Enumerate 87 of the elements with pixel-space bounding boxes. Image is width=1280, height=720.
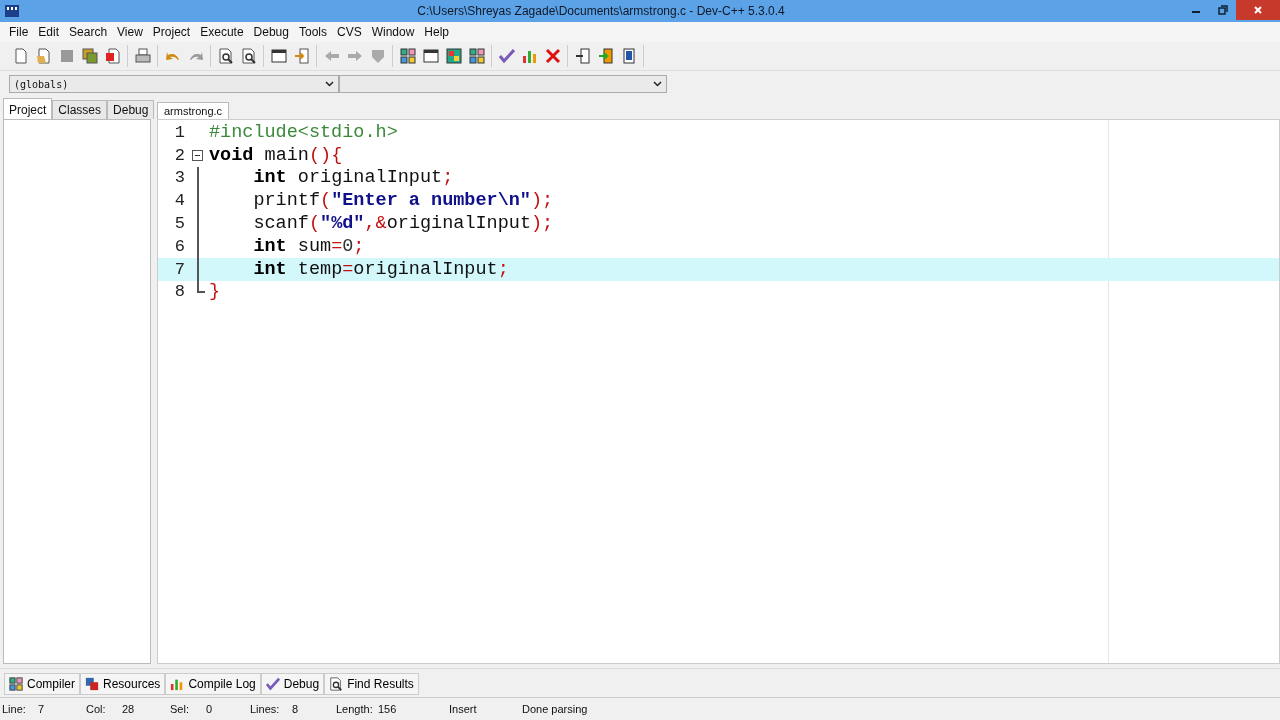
code-line: scanf("%d",&originalInput); — [252, 213, 554, 235]
magnifier-page-icon — [217, 48, 234, 64]
menu-item[interactable]: Project — [147, 25, 196, 39]
output-tab[interactable]: Compiler — [4, 673, 80, 695]
panel-tab[interactable]: Project — [3, 98, 53, 119]
status-value: 156 — [378, 703, 397, 715]
check-icon — [265, 677, 280, 691]
fold-minus-icon[interactable] — [192, 149, 203, 161]
squares-icon — [468, 48, 485, 64]
line-number: 4 — [173, 190, 186, 213]
line-number: 1 — [173, 121, 186, 144]
line-number: 8 — [173, 281, 186, 304]
menu-item[interactable]: CVS — [331, 25, 367, 39]
menu-item[interactable]: View — [112, 25, 148, 39]
fold-end-line — [196, 280, 205, 293]
arrow-right-icon — [346, 48, 363, 64]
code-line: } — [209, 281, 221, 303]
disks-icon — [81, 48, 98, 64]
status-message: Done parsing — [522, 703, 588, 715]
magnifier-page-icon — [240, 48, 257, 64]
code-editor[interactable]: 1 #include<stdio.h> 2 void main(){ 3 int originalInput; 4 printf("Enter a number\n"); 5 scanf("%d",&originalInput); 6 int sum=0; 7 int temp=originalInput; 8 } — [157, 119, 1280, 664]
status-label: Length: — [336, 703, 374, 715]
window-title: C:\Users\Shreyas Zagade\Documents\armstrong.c - Dev-C++ 5.3.0.4 — [416, 4, 786, 18]
check-icon — [498, 48, 515, 64]
menu-item[interactable]: Edit — [33, 25, 65, 39]
code-line: int sum=0; — [252, 235, 365, 257]
color-window-icon — [445, 48, 462, 64]
line-number: 6 — [173, 235, 186, 258]
chevron-down-icon — [653, 81, 662, 87]
door-arrow-icon — [597, 48, 614, 64]
output-tab[interactable]: Resources — [80, 673, 166, 695]
output-tab[interactable]: Find Results — [324, 673, 419, 695]
toolbar-button[interactable] — [397, 45, 418, 67]
door-icon — [574, 48, 591, 64]
file-tab[interactable]: armstrong.c — [157, 102, 230, 119]
output-tab[interactable]: Debug — [260, 673, 325, 695]
menu-item[interactable]: Window — [366, 25, 420, 39]
status-label: Line: — [2, 703, 27, 715]
line-number: 3 — [173, 167, 186, 190]
status-label: Col: — [86, 703, 107, 715]
close-button[interactable] — [1236, 0, 1280, 20]
squares-icon — [9, 677, 23, 691]
status-value: 0 — [206, 703, 213, 715]
close-icon — [1253, 5, 1263, 15]
code-line: printf("Enter a number\n"); — [252, 190, 554, 212]
code-line: #include<stdio.h> — [209, 121, 398, 143]
output-tab[interactable]: Compile Log — [165, 673, 261, 695]
scope-dropdown[interactable]: (globals) — [9, 75, 339, 93]
cross-icon — [544, 48, 561, 64]
status-label: Sel: — [170, 703, 190, 715]
panel-tab[interactable]: Debug — [107, 100, 155, 119]
status-mode: Insert — [449, 703, 478, 715]
panel-tab[interactable]: Classes — [52, 100, 108, 119]
page-cross-icon — [104, 48, 121, 64]
menu-item[interactable]: Tools — [293, 25, 332, 39]
window-icon — [270, 48, 287, 64]
menu-item[interactable]: Debug — [248, 25, 294, 39]
arrow-page-icon — [293, 48, 310, 64]
menu-item[interactable]: File — [4, 25, 34, 39]
toolbar-button[interactable] — [466, 45, 487, 67]
printer-icon — [134, 48, 151, 64]
arrow-left-icon — [323, 48, 340, 64]
status-value: 8 — [292, 703, 299, 715]
line-number: 5 — [173, 213, 186, 235]
app-icon — [4, 3, 20, 19]
window-icon — [422, 48, 439, 64]
menu-item[interactable]: Execute — [195, 25, 249, 39]
code-line: int originalInput; — [252, 167, 454, 189]
bar-chart-icon — [170, 677, 185, 691]
page-icon — [12, 48, 29, 64]
restore-icon — [1217, 5, 1228, 15]
shield-icon — [369, 48, 386, 64]
bar-chart-icon — [521, 48, 538, 64]
code-line: int temp=originalInput; — [252, 258, 509, 280]
status-value: 7 — [38, 703, 45, 715]
magnifier-page-icon — [329, 677, 344, 691]
code-line: void main(){ — [209, 144, 343, 166]
line-number: 7 — [173, 258, 186, 281]
status-label: Lines: — [250, 703, 281, 715]
menu-item[interactable]: Search — [64, 25, 113, 39]
folder-page-icon — [35, 48, 52, 64]
cubes-icon — [85, 677, 99, 691]
line-number: 2 — [173, 144, 186, 167]
menu-item[interactable]: Help — [419, 25, 455, 39]
chevron-down-icon — [325, 81, 334, 87]
squares-icon — [399, 48, 416, 64]
status-value: 28 — [122, 703, 135, 715]
